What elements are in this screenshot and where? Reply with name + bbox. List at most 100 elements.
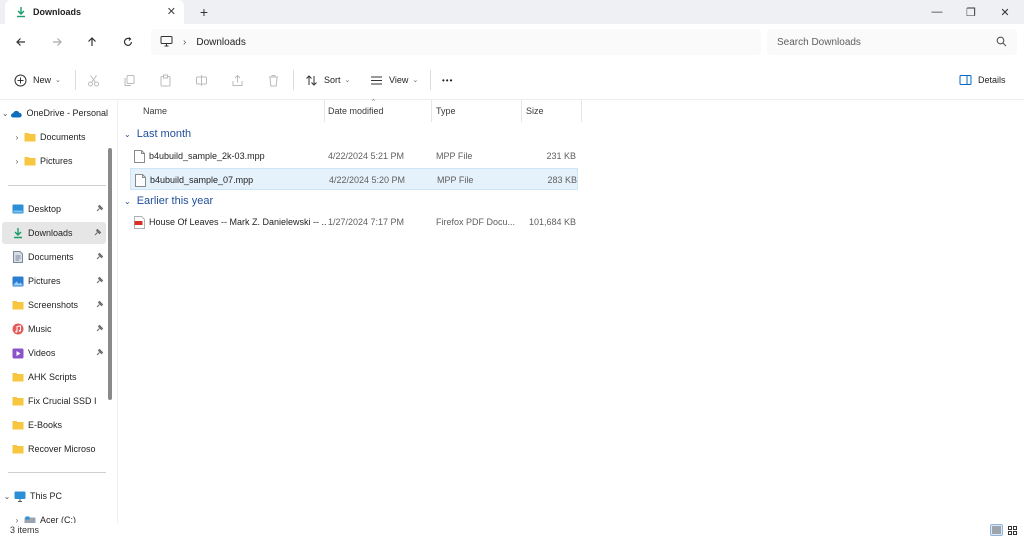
column-header-type[interactable]: Type [436,100,456,122]
forward-button[interactable] [48,33,66,51]
new-button[interactable]: New ⌄ [14,70,61,90]
chevron-down-icon[interactable]: ⌄ [124,197,131,206]
address-bar[interactable]: › Downloads [151,29,761,55]
sidebar-item-documents[interactable]: Documents [0,246,108,268]
column-divider[interactable] [521,100,522,122]
folder-icon [12,419,24,431]
details-view-button[interactable] [990,524,1003,536]
pin-icon[interactable] [96,324,104,334]
sidebar-item-screenshots[interactable]: Screenshots [0,294,108,316]
cut-button[interactable] [85,72,101,88]
column-header-size[interactable]: Size [526,100,544,122]
file-size: 283 KB [547,175,577,185]
group-header-last-month[interactable]: ⌄ Last month [124,125,191,143]
more-options-button[interactable]: ••• [442,70,453,90]
close-window-button[interactable]: ✕ [988,0,1022,24]
file-name: b4ubuild_sample_2k-03.mpp [149,151,265,161]
breadcrumb-downloads[interactable]: Downloads [196,37,245,48]
desktop-icon [12,203,24,215]
chevron-down-icon[interactable]: ⌄ [0,492,14,501]
pin-icon[interactable] [94,228,102,238]
chevron-down-icon[interactable]: ⌄ [0,109,10,118]
breadcrumb-separator[interactable]: › [183,37,186,48]
sort-button[interactable]: Sort ⌄ [305,70,350,90]
column-divider[interactable] [581,100,582,122]
sidebar-item-onedrive-pictures[interactable]: › Pictures [0,150,108,172]
command-bar: New ⌄ Sort ⌄ View ⌄ ••• Details [0,60,1024,100]
search-icon [996,36,1007,50]
search-box[interactable]: Search Downloads [767,29,1017,55]
sidebar-item-pictures[interactable]: Pictures [0,270,108,292]
minimize-button[interactable]: — [920,0,954,24]
tiles-view-button[interactable] [1006,524,1019,536]
folder-icon [12,371,24,383]
file-name: House Of Leaves -- Mark Z. Danielewski -… [149,217,326,227]
tab-close-button[interactable]: ✕ [167,6,176,18]
sidebar-item-onedrive-documents[interactable]: › Documents [0,126,108,148]
up-button[interactable] [83,33,101,51]
sidebar-scrollbar[interactable] [108,148,112,400]
view-button[interactable]: View ⌄ [370,70,418,90]
sidebar-item-e-books[interactable]: E-Books [0,414,108,436]
paste-button[interactable] [157,72,173,88]
share-button[interactable] [229,72,245,88]
chevron-right-icon[interactable]: › [10,157,24,166]
sidebar-item-onedrive[interactable]: ⌄ OneDrive - Personal [0,102,108,124]
navigation-pane: ⌄ OneDrive - Personal › Documents › Pict… [0,100,117,523]
copy-button[interactable] [121,72,137,88]
sidebar-item-music[interactable]: Music [0,318,108,340]
sidebar-item-this-pc[interactable]: ⌄ This PC [0,485,108,507]
maximize-button[interactable]: ❐ [954,0,988,24]
arrow-left-icon [16,38,25,46]
sidebar-item-videos[interactable]: Videos [0,342,108,364]
pin-icon[interactable] [96,348,104,358]
sidebar-item-desktop[interactable]: Desktop [0,198,108,220]
folder-icon [24,155,36,167]
file-row[interactable]: b4ubuild_sample_2k-03.mpp 4/22/2024 5:21… [130,145,578,167]
back-button[interactable] [12,33,30,51]
column-divider[interactable] [324,100,325,122]
chevron-right-icon[interactable]: › [10,133,24,142]
column-divider[interactable] [431,100,432,122]
group-header-earlier-this-year[interactable]: ⌄ Earlier this year [124,192,213,210]
pin-icon[interactable] [96,276,104,286]
sidebar-item-fix-crucial-ssd[interactable]: Fix Crucial SSD I [0,390,108,412]
divider [8,185,106,186]
music-icon [12,323,24,335]
new-tab-button[interactable]: + [196,4,212,20]
trash-icon [268,74,278,86]
sidebar-item-label: Videos [28,348,56,358]
group-label: Earlier this year [136,195,214,207]
plus-circle-icon [14,74,27,87]
chevron-down-icon: ⌄ [55,77,61,84]
sidebar-item-ahk-scripts[interactable]: AHK Scripts [0,366,108,388]
pictures-icon [12,275,24,287]
rename-button[interactable] [193,72,209,88]
title-bar: Downloads ✕ + — ❐ ✕ [0,0,1024,24]
column-header-date[interactable]: Date modified [328,100,384,122]
refresh-button[interactable] [119,33,137,51]
search-input[interactable]: Search Downloads [777,37,861,48]
group-label: Last month [136,128,192,140]
sidebar-item-acer-c[interactable]: › Acer (C:) [0,509,108,523]
pin-icon[interactable] [96,204,104,214]
column-header-name[interactable]: Name [143,100,167,122]
details-label: Details [978,75,1006,85]
file-row-selected[interactable]: b4ubuild_sample_07.mpp 4/22/2024 5:20 PM… [130,168,578,190]
file-row[interactable]: House Of Leaves -- Mark Z. Danielewski -… [130,211,578,233]
sidebar-item-downloads[interactable]: Downloads [2,222,106,244]
file-type: Firefox PDF Docu... [436,217,516,227]
sidebar-item-recover-microsoft[interactable]: Recover Microso [0,438,108,460]
scissors-icon [87,74,99,86]
file-size: 101,684 KB [528,217,576,227]
rename-icon [195,74,207,86]
new-label: New [33,75,52,85]
chevron-down-icon[interactable]: ⌄ [124,130,131,139]
tab-downloads[interactable]: Downloads ✕ [5,0,184,24]
chevron-right-icon[interactable]: › [10,516,24,524]
sidebar-item-label: OneDrive - Personal [26,108,108,118]
details-button[interactable]: Details [959,70,1006,90]
pin-icon[interactable] [96,252,104,262]
delete-button[interactable] [265,72,281,88]
pin-icon[interactable] [96,300,104,310]
